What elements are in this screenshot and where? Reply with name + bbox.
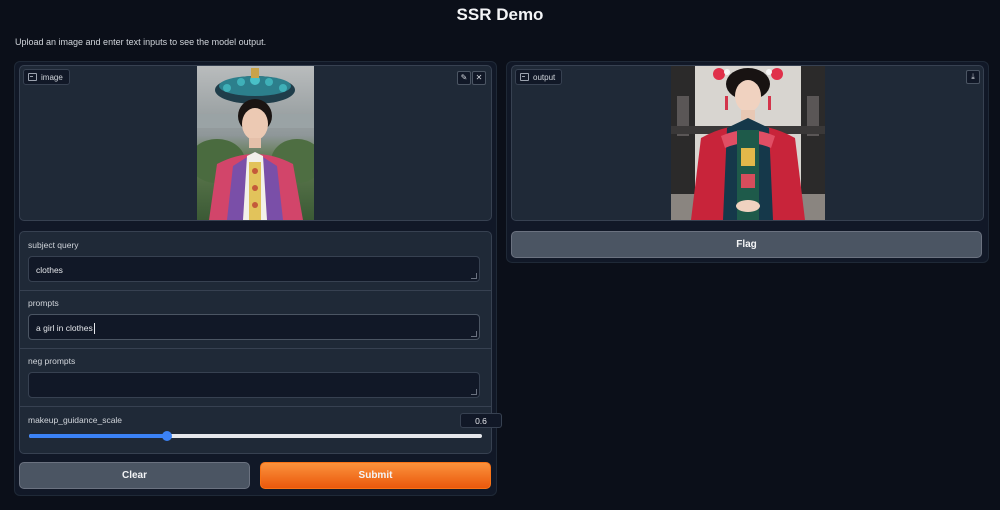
input-image-label: image [23, 69, 70, 85]
input-image-box[interactable]: image ✎ ✕ [19, 65, 492, 221]
makeup-guidance-scale-label: makeup_guidance_scale [28, 415, 123, 425]
text-caret [93, 323, 95, 335]
slider-fill [29, 434, 168, 438]
page-title: SSR Demo [456, 5, 544, 24]
output-image-label-text: output [533, 72, 556, 82]
input-image-label-text: image [41, 72, 63, 82]
submit-button[interactable]: Submit [260, 462, 491, 489]
output-photo [671, 66, 825, 220]
download-icon[interactable]: ⤓ [966, 70, 980, 84]
subject-query-value: clothes [36, 265, 63, 275]
output-image-label: output [515, 69, 563, 85]
page-description: Upload an image and enter text inputs to… [15, 37, 267, 47]
prompts-row: prompts a girl in clothes [20, 290, 491, 349]
portrait-illustration [197, 66, 314, 220]
slider-thumb[interactable] [162, 431, 173, 441]
prompts-label: prompts [28, 298, 59, 308]
image-icon [28, 73, 37, 81]
output-image-box: output ⤓ [511, 65, 984, 221]
pencil-icon[interactable]: ✎ [457, 71, 471, 85]
resize-handle-icon[interactable] [471, 389, 477, 395]
image-icon [520, 73, 529, 81]
neg-prompts-input[interactable] [28, 372, 480, 398]
input-photo [197, 66, 314, 220]
neg-prompts-row: neg prompts [20, 348, 491, 407]
neg-prompts-label: neg prompts [28, 356, 76, 366]
portrait-illustration [671, 66, 825, 220]
prompts-value: a girl in clothes [36, 323, 93, 333]
subject-query-row: subject query clothes [20, 232, 491, 291]
close-icon[interactable]: ✕ [472, 71, 486, 85]
makeup-guidance-scale-row: makeup_guidance_scale 0.6 [20, 406, 502, 452]
prompts-input[interactable]: a girl in clothes [28, 314, 480, 340]
resize-handle-icon[interactable] [471, 331, 477, 337]
clear-button[interactable]: Clear [19, 462, 250, 489]
resize-handle-icon[interactable] [471, 273, 477, 279]
makeup-guidance-scale-number[interactable]: 0.6 [460, 413, 502, 428]
flag-button[interactable]: Flag [511, 231, 982, 258]
input-form: subject query clothes prompts a girl in … [19, 231, 502, 454]
makeup-guidance-scale-slider[interactable] [29, 431, 482, 441]
subject-query-input[interactable]: clothes [28, 256, 480, 282]
app-page: SSR Demo Upload an image and enter text … [0, 0, 1000, 510]
subject-query-label: subject query [28, 240, 79, 250]
